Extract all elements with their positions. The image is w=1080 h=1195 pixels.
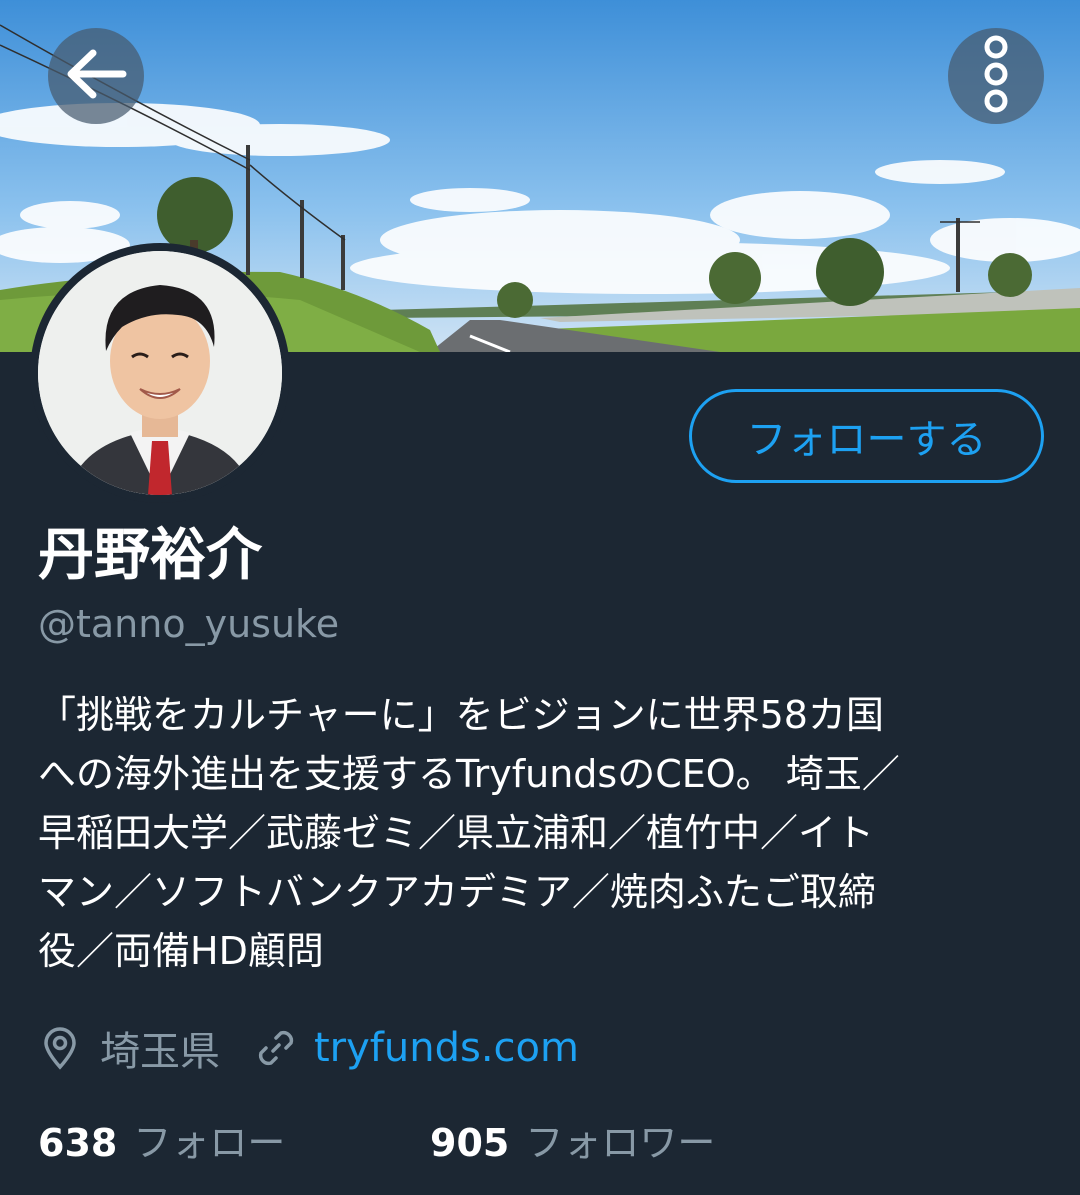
following-stat[interactable]: 638 フォロー (38, 1112, 285, 1168)
display-name: 丹野裕介 (38, 523, 262, 588)
followers-count: 905 (430, 1121, 510, 1165)
avatar[interactable] (30, 243, 290, 503)
following-label: フォロー (133, 1121, 286, 1165)
followers-stat[interactable]: 905 フォロワー (430, 1112, 715, 1168)
followers-label: フォロワー (525, 1121, 716, 1165)
follow-button[interactable]: フォローする (689, 389, 1044, 483)
vertical-dots-icon (981, 34, 1011, 118)
location-pin-icon (38, 1026, 82, 1070)
website-link[interactable]: tryfunds.com (314, 1025, 579, 1071)
following-count: 638 (38, 1121, 118, 1165)
back-button[interactable] (48, 28, 144, 124)
screen-name: @tanno_yusuke (38, 602, 340, 646)
arrow-left-icon (63, 47, 129, 105)
location-text: 埼玉県 (100, 1029, 220, 1075)
profile-meta: 埼玉県 tryfunds.com (38, 1018, 579, 1078)
more-options-button[interactable] (948, 28, 1044, 124)
avatar-image (38, 251, 282, 495)
profile-bio: 「挑戦をカルチャーに」をビジョンに世界58カ国 への海外進出を支援するTryfu… (38, 693, 900, 973)
link-icon (254, 1026, 298, 1070)
